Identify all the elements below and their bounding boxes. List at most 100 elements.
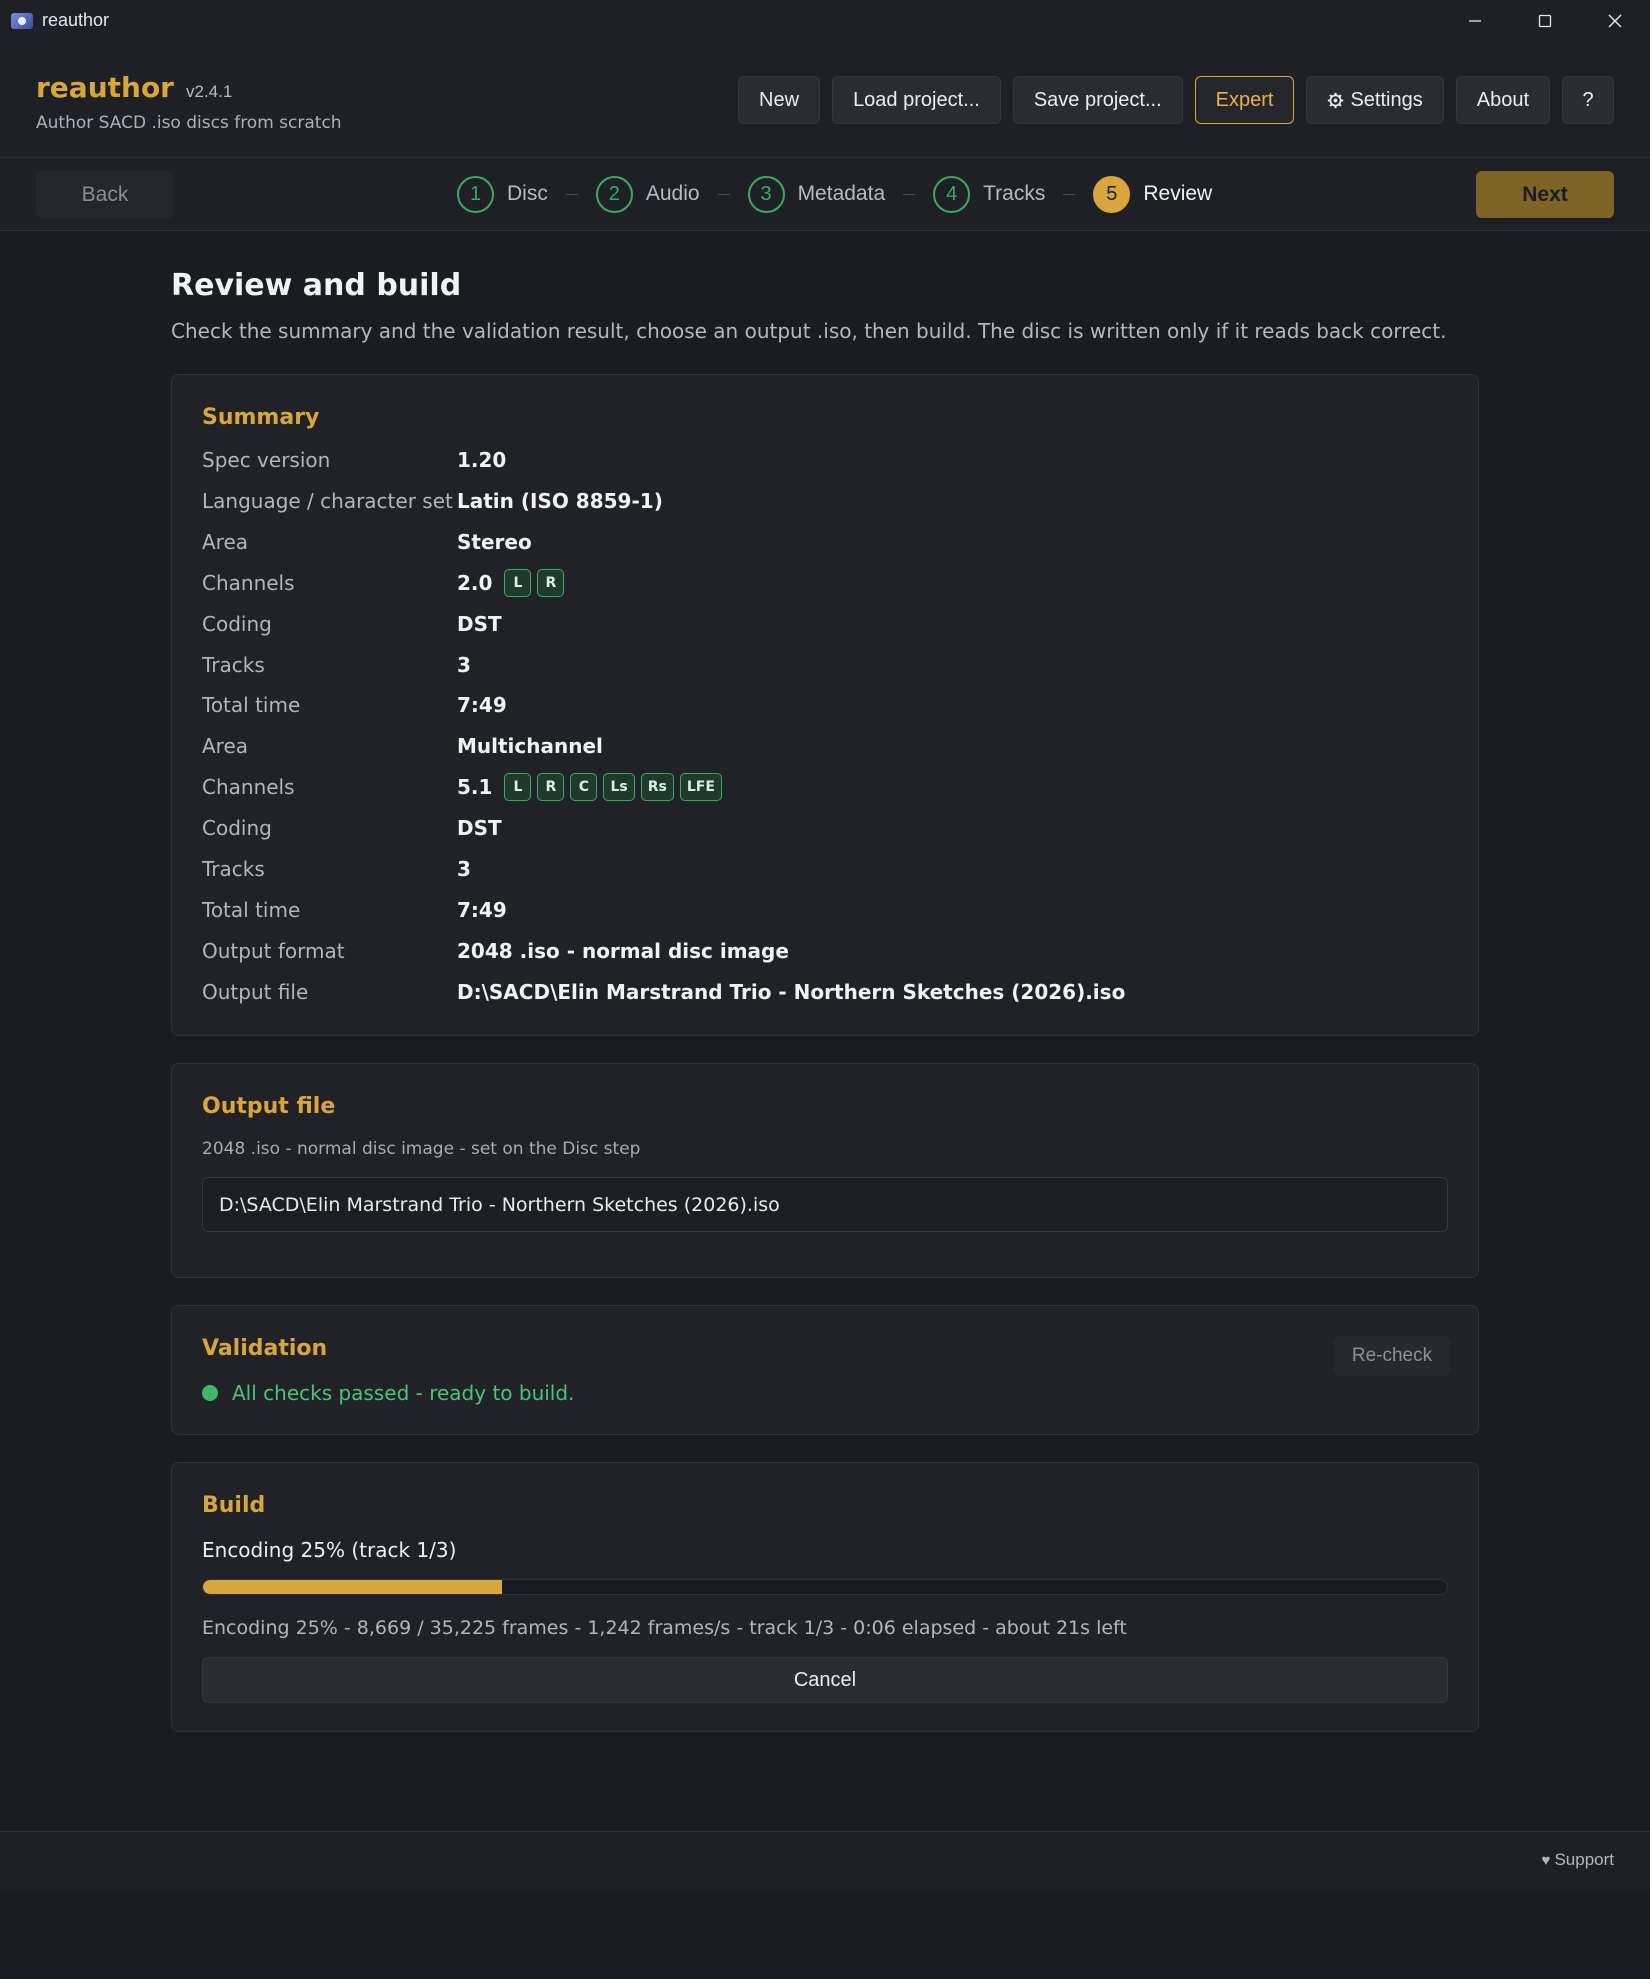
summary-value-text: 3 — [457, 857, 471, 881]
channel-chip: L — [504, 773, 532, 802]
summary-value-text: DST — [457, 816, 502, 841]
next-button[interactable]: Next — [1476, 171, 1614, 218]
cancel-button[interactable]: Cancel — [202, 1657, 1448, 1703]
summary-value-text: Multichannel — [457, 734, 603, 759]
summary-row: Total time 7:49 — [202, 895, 507, 925]
step-metadata[interactable]: 3 Metadata — [747, 175, 885, 213]
step-tracks[interactable]: 4 Tracks — [933, 175, 1046, 213]
summary-value: 3 — [457, 653, 471, 677]
summary-row: Total time 7:49 — [202, 690, 507, 720]
summary-key: Output file — [202, 979, 309, 1004]
build-detail: Encoding 25% - 8,669 / 35,225 frames - 1… — [202, 1617, 1127, 1639]
step-separator — [1063, 193, 1076, 195]
gear-icon — [1328, 92, 1344, 108]
step-audio[interactable]: 2 Audio — [595, 175, 700, 213]
settings-label: Settings — [1350, 88, 1423, 111]
output-file-title: Output file — [202, 1094, 336, 1119]
validation-status-text: All checks passed - ready to build. — [232, 1381, 575, 1405]
help-button[interactable]: ? — [1562, 76, 1614, 124]
summary-value-text: Stereo — [457, 529, 532, 554]
window-title: reauthor — [42, 10, 110, 30]
brand-version: v2.4.1 — [186, 82, 233, 101]
summary-value: 2.0 L R — [457, 568, 565, 597]
summary-key: Channels — [202, 775, 295, 800]
summary-value-text: DST — [457, 611, 502, 636]
settings-button[interactable]: Settings — [1306, 76, 1444, 124]
channel-chip: C — [570, 773, 598, 802]
summary-key: Channels — [202, 570, 295, 595]
summary-value: Multichannel — [457, 734, 603, 758]
step-label: Review — [1143, 182, 1213, 205]
summary-row: Coding DST — [202, 813, 502, 843]
summary-row: Channels 5.1 L R C Ls Rs LFE — [202, 772, 722, 802]
step-separator — [717, 193, 730, 195]
summary-key: Tracks — [202, 857, 265, 881]
channel-chip: R — [537, 568, 565, 597]
output-file-card: Output file 2048 .iso - normal disc imag… — [171, 1063, 1479, 1278]
new-button[interactable]: New — [738, 76, 821, 124]
summary-key: Area — [202, 734, 249, 759]
summary-row: Tracks 3 — [202, 854, 471, 884]
summary-key: Tracks — [202, 652, 265, 677]
step-number: 4 — [933, 175, 971, 213]
heart-icon: ♥ — [1541, 1851, 1551, 1869]
summary-value-text: 7:49 — [457, 897, 507, 922]
back-button[interactable]: Back — [36, 171, 174, 218]
step-bar: Back 1 Disc 2 Audio 3 Metadata 4 Tracks … — [0, 157, 1650, 231]
summary-row: Area Stereo — [202, 527, 532, 557]
minimize-button[interactable] — [1440, 0, 1510, 41]
step-number: 1 — [457, 175, 494, 213]
summary-key: Total time — [202, 897, 301, 922]
step-label: Tracks — [983, 182, 1046, 205]
channel-chip: LFE — [679, 773, 722, 802]
summary-row: Output file D:\SACD\Elin Marstrand Trio -… — [202, 977, 1125, 1007]
step-disc[interactable]: 1 Disc — [457, 175, 548, 213]
build-status: Encoding 25% (track 1/3) — [202, 1538, 457, 1562]
window-controls — [1440, 0, 1650, 41]
summary-key: Output format — [202, 938, 345, 963]
summary-card: Summary Spec version 1.20 Language / chara… — [171, 374, 1479, 1036]
app-header: reauthor v2.4.1 Author SACD .iso discs f… — [0, 41, 1650, 157]
channel-chip: Rs — [640, 773, 674, 802]
summary-value-text: 7:49 — [457, 693, 507, 718]
summary-value: DST — [457, 816, 502, 840]
about-button[interactable]: About — [1455, 76, 1550, 124]
build-title: Build — [202, 1493, 266, 1518]
maximize-button[interactable] — [1510, 0, 1580, 41]
summary-row: Coding DST — [202, 609, 502, 639]
minimize-icon — [1469, 19, 1481, 22]
summary-value: 7:49 — [457, 898, 507, 922]
summary-value-text: 3 — [457, 652, 471, 677]
step-review[interactable]: 5 Review — [1093, 175, 1213, 213]
validation-title: Validation — [202, 1336, 328, 1361]
close-button[interactable] — [1580, 0, 1650, 41]
summary-key: Spec version — [202, 448, 331, 472]
summary-value-text: 1.20 — [457, 448, 507, 472]
maximize-icon — [1538, 14, 1552, 27]
step-number: 3 — [747, 175, 785, 213]
footer: ♥ Support — [0, 1831, 1650, 1889]
support-link[interactable]: ♥ Support — [1542, 1850, 1614, 1870]
output-file-field[interactable]: D:\SACD\Elin Marstrand Trio - Northern S… — [202, 1177, 1448, 1232]
summary-key: Coding — [202, 611, 272, 636]
save-project-button[interactable]: Save project... — [1012, 76, 1183, 124]
load-project-button[interactable]: Load project... — [832, 76, 1001, 124]
title-bar: reauthor — [0, 0, 1650, 41]
channel-chip: Ls — [603, 773, 635, 802]
summary-value: 3 — [457, 857, 471, 881]
summary-title: Summary — [202, 405, 320, 430]
summary-key: Area — [202, 529, 249, 554]
build-card: Build Encoding 25% (track 1/3) Encoding … — [171, 1462, 1479, 1732]
brand: reauthor v2.4.1 — [36, 71, 232, 104]
recheck-button[interactable]: Re-check — [1334, 1336, 1450, 1376]
expert-button[interactable]: Expert — [1194, 76, 1295, 124]
step-list: 1 Disc 2 Audio 3 Metadata 4 Tracks 5 Rev… — [457, 175, 1212, 213]
summary-row: Area Multichannel — [202, 731, 603, 761]
build-progress-fill — [203, 1580, 502, 1594]
summary-value-text: 2.0 — [457, 570, 493, 595]
channel-chips: LR — [492, 568, 565, 597]
brand-name: reauthor — [36, 71, 174, 104]
summary-value: 2048 .iso - normal disc image — [457, 939, 789, 963]
step-number: 2 — [595, 175, 633, 213]
page-subtitle: Check the summary and the validation res… — [171, 319, 1447, 343]
